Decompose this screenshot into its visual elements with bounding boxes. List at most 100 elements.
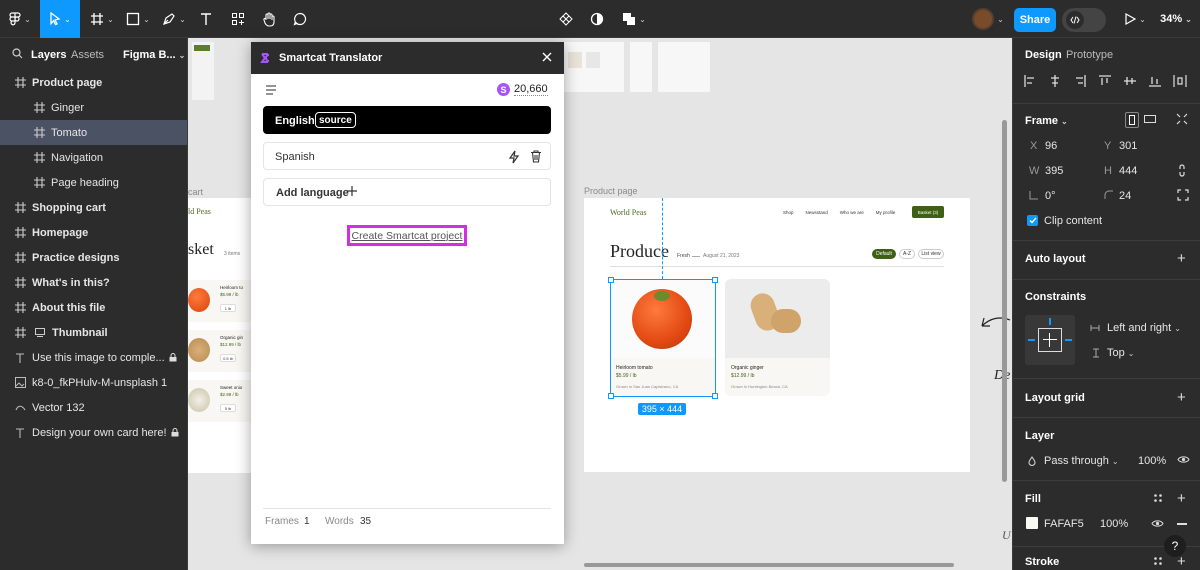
align-top-icon[interactable] [1098,74,1112,88]
user-avatar-button[interactable]: ⌄ [968,0,1008,38]
layer-item[interactable]: What's in this? [0,270,187,295]
nav-link[interactable]: Shop [783,210,794,215]
main-menu-button[interactable]: ⌄ [6,0,34,38]
horizontal-constraint-select[interactable]: Left and right ⌄ [1107,322,1181,334]
clip-content-checkbox[interactable] [1027,215,1038,226]
filter-default[interactable]: Default [872,249,896,259]
layer-item[interactable]: Thumbnail [0,320,187,345]
independent-corners-icon[interactable] [1177,189,1189,201]
text-tool-button[interactable] [194,0,218,38]
layer-item[interactable]: Page heading [0,170,187,195]
pen-tool-button[interactable]: ⌄ [158,0,190,38]
thumbnail-frame-2[interactable] [564,42,624,92]
cart-item-qty[interactable]: 1 lb [220,304,236,312]
present-button[interactable]: ⌄ [1120,0,1150,38]
add-fill-button[interactable]: + [1177,491,1186,506]
search-icon[interactable] [12,48,23,59]
source-language-row[interactable]: English source [263,106,551,134]
align-center-v-icon[interactable] [1123,74,1137,88]
layer-item[interactable]: Ginger [0,95,187,120]
fill-opacity-input[interactable]: 100% [1100,518,1128,530]
frame-section-title[interactable]: Frame ⌄ [1025,115,1068,127]
tab-assets[interactable]: Assets [71,49,104,61]
rotation-input[interactable]: 0° [1045,190,1056,202]
layer-item[interactable]: k8-0_fkPHulv-M-unsplash 1 [0,370,187,395]
align-right-icon[interactable] [1073,74,1087,88]
filter-list-view[interactable]: List view [918,249,944,259]
trash-icon[interactable] [530,150,542,163]
cart-item[interactable]: Heirloom to $5.99 / lb 1 lb [188,280,258,322]
resize-handle[interactable] [608,393,614,399]
layer-item[interactable]: Shopping cart [0,195,187,220]
layer-item[interactable]: Use this image to comple... [0,345,187,370]
tab-layers[interactable]: Layers [31,49,66,61]
selection-box[interactable] [608,277,718,399]
constrain-proportions-icon[interactable] [1177,164,1187,177]
add-language-button[interactable]: Add language [263,178,551,206]
target-language-row[interactable]: Spanish [263,142,551,170]
translate-bolt-icon[interactable] [508,150,520,164]
resources-button[interactable] [226,0,250,38]
close-icon[interactable] [541,51,553,63]
zoom-dropdown[interactable]: 34% ⌄ [1156,0,1196,38]
layer-item[interactable]: Product page [0,70,187,95]
product-page-frame[interactable]: World Peas Shop Newsstand Who we are My pro… [584,198,970,472]
filter-az[interactable]: A-Z [899,249,915,259]
stroke-styles-icon[interactable] [1153,556,1163,566]
nav-link[interactable]: My profile [876,210,896,215]
cart-item-qty[interactable]: 0.5 lb [220,354,236,362]
add-auto-layout-button[interactable]: + [1177,251,1186,266]
resize-handle[interactable] [712,277,718,283]
fill-eye-icon[interactable] [1151,519,1164,528]
horizontal-scrollbar[interactable] [584,563,954,567]
create-project-link[interactable]: Create Smartcat project [352,230,463,242]
layer-opacity-input[interactable]: 100% [1138,455,1166,467]
layer-item[interactable]: Vector 132 [0,395,187,420]
credits-count[interactable]: 20,660 [514,83,548,96]
page-selector[interactable]: Figma B... ⌄ [123,49,185,61]
distribute-icon[interactable] [1173,74,1187,88]
shape-tool-button[interactable]: ⌄ [122,0,154,38]
menu-icon[interactable] [265,85,277,95]
resize-handle[interactable] [712,393,718,399]
corner-radius-input[interactable]: 24 [1119,190,1131,202]
layer-item[interactable]: Homepage [0,220,187,245]
dev-mode-toggle[interactable] [1062,8,1106,32]
mask-button[interactable] [586,0,608,38]
align-left-icon[interactable] [1023,74,1037,88]
styles-grid-icon[interactable] [1153,493,1163,503]
cart-item-qty[interactable]: 5 lb [220,404,236,412]
shopping-cart-frame[interactable]: ld Peas sket 3 items Heirloom to $5.99 / … [188,198,258,473]
vertical-scrollbar[interactable] [1002,120,1007,482]
cart-item[interactable]: Organic gin $12.99 / lb 0.5 lb [188,330,258,372]
eye-icon[interactable] [1177,455,1190,464]
fill-hex-input[interactable]: FAFAF5 [1044,518,1084,530]
thumbnail-frame-4[interactable] [658,42,710,92]
layer-item[interactable]: Tomato [0,120,187,145]
vertical-constraint-select[interactable]: Top ⌄ [1107,347,1134,359]
resize-handle[interactable] [608,277,614,283]
landscape-icon[interactable] [1144,115,1156,123]
cart-item[interactable]: Sweet onio $2.99 / lb 5 lb [188,380,258,422]
nav-link[interactable]: Newsstand [806,210,828,215]
layer-item[interactable]: About this file [0,295,187,320]
lock-icon[interactable] [169,353,177,362]
nav-link[interactable]: Who we are [840,210,864,215]
h-input[interactable]: 444 [1119,165,1137,177]
tab-prototype[interactable]: Prototype [1066,49,1113,61]
lock-icon[interactable] [171,428,179,437]
move-tool-button[interactable]: ⌄ [40,0,80,38]
frame-tool-button[interactable]: ⌄ [86,0,118,38]
remove-fill-icon[interactable] [1177,523,1187,525]
constraints-widget[interactable] [1025,315,1075,365]
resize-to-fit-icon[interactable] [1176,113,1188,125]
portrait-button[interactable] [1125,112,1139,128]
layer-item[interactable]: Design your own card here! [0,420,187,445]
boolean-button[interactable]: ⌄ [618,0,650,38]
y-input[interactable]: 301 [1119,140,1137,152]
thumbnail-frame-3[interactable] [630,42,652,92]
align-bottom-icon[interactable] [1148,74,1162,88]
ginger-card[interactable]: Organic ginger $12.99 / lb Grown in Hunt… [725,279,830,396]
fill-color-swatch[interactable] [1026,517,1038,529]
share-button[interactable]: Share [1014,8,1056,32]
